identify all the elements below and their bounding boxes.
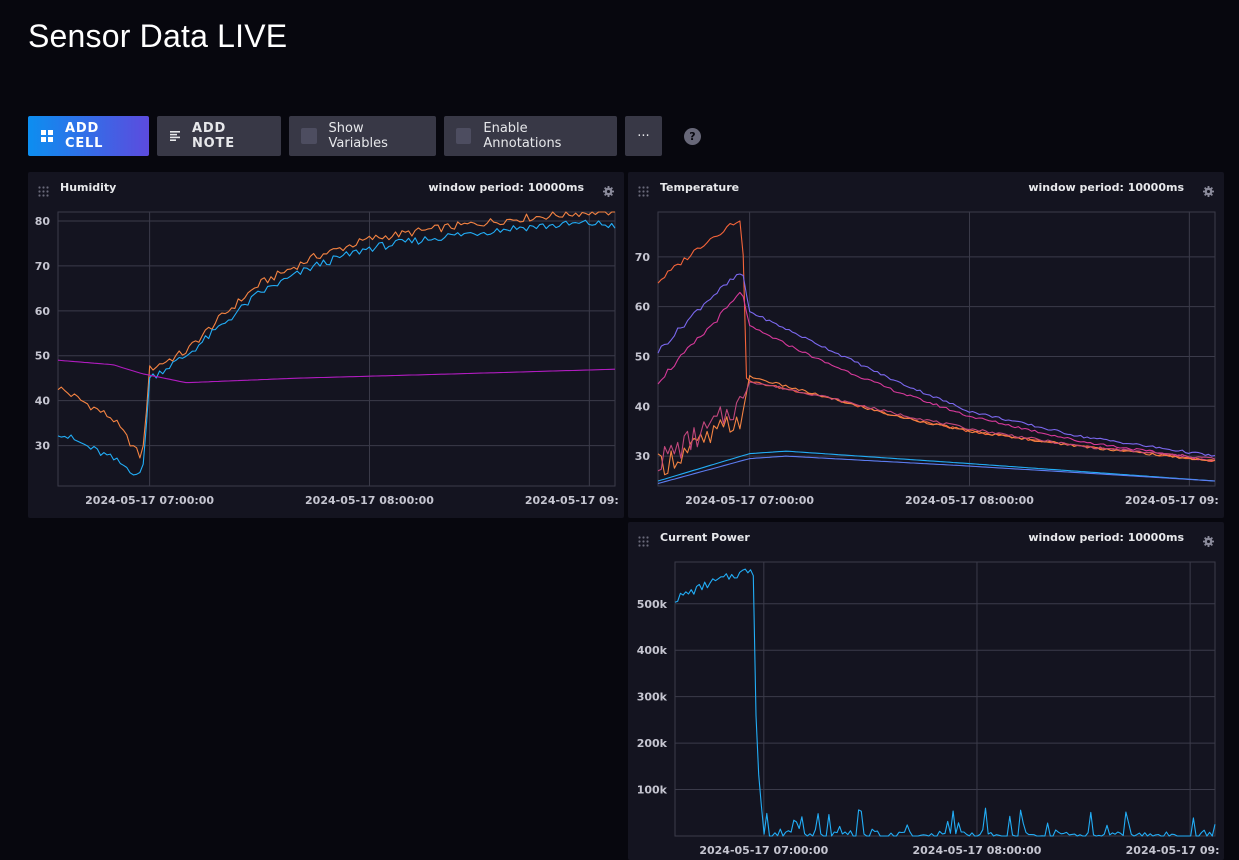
add-cell-label: ADD CELL [65, 121, 104, 151]
gear-icon[interactable] [603, 182, 614, 201]
add-cell-button[interactable]: ADD CELL [28, 116, 149, 156]
cell-title: Current Power [660, 531, 750, 544]
drag-handle-icon[interactable] [38, 182, 49, 201]
y-tick-label: 60 [635, 301, 651, 314]
series-line [57, 219, 616, 476]
drag-handle-icon[interactable] [638, 182, 649, 201]
window-period-label: window period: 10000ms [1028, 531, 1184, 544]
series-line [57, 211, 615, 459]
window-period-label: window period: 10000ms [1028, 181, 1184, 194]
plot-frame [657, 211, 1216, 487]
plot-frame [57, 211, 616, 487]
y-tick-label: 400k [637, 644, 668, 657]
y-tick-label: 40 [635, 400, 651, 413]
note-icon [170, 131, 180, 141]
enable-annotations-label: Enable Annotations [483, 121, 562, 151]
x-tick-label: 2024-05-17 09:00:00 [1126, 844, 1224, 857]
enable-annotations-checkbox[interactable] [456, 128, 472, 144]
temperature-chart[interactable]: 30 40 50 60 70 2024-05-17 07:00:00 2024-05-17 … [628, 172, 1224, 518]
x-tick-label: 2024-05-17 08:00:00 [913, 844, 1042, 857]
x-tick-label: 2024-05-17 08:00:00 [905, 494, 1034, 507]
add-note-label: ADD NOTE [192, 121, 235, 151]
show-variables-checkbox[interactable] [301, 128, 317, 144]
series-line [674, 568, 1216, 837]
cell-header: Current Power window period: 10000ms [628, 522, 1224, 552]
page-title: Sensor Data LIVE [28, 18, 288, 54]
gear-icon[interactable] [1203, 182, 1214, 201]
y-tick-label: 500k [637, 598, 668, 611]
series-line [657, 375, 1216, 476]
x-tick-label: 2024-05-17 07:00:00 [685, 494, 814, 507]
y-tick-label: 100k [637, 784, 668, 797]
y-tick-label: 200k [637, 737, 668, 750]
add-note-button[interactable]: ADD NOTE [157, 116, 281, 156]
cell-title: Humidity [60, 181, 117, 194]
humidity-chart[interactable]: 30 40 50 60 70 80 2024-05-17 07:00:00 2024-05-1… [28, 172, 624, 518]
y-tick-label: 80 [35, 215, 51, 228]
x-tick-label: 2024-05-17 08:00:00 [305, 494, 434, 507]
x-tick-label: 2024-05-17 07:00:00 [699, 844, 828, 857]
series-line [657, 455, 1216, 485]
y-tick-label: 70 [35, 260, 51, 273]
help-icon[interactable]: ? [684, 127, 701, 145]
temperature-cell: 30 40 50 60 70 2024-05-17 07:00:00 2024-05-17 … [628, 172, 1224, 518]
humidity-cell: 30 40 50 60 70 80 2024-05-17 07:00:00 2024-05-1… [28, 172, 624, 518]
drag-handle-icon[interactable] [638, 532, 649, 551]
cell-header: Humidity window period: 10000ms [28, 172, 624, 202]
y-tick-label: 70 [635, 251, 651, 264]
add-cell-icon [41, 130, 53, 142]
y-tick-label: 40 [35, 395, 51, 408]
window-period-label: window period: 10000ms [428, 181, 584, 194]
series-line [657, 291, 1216, 462]
y-tick-label: 50 [35, 350, 51, 363]
current-power-cell: 100k 200k 300k 400k 500k 2024-05-17 07:00:00 2… [628, 522, 1224, 860]
current-power-chart[interactable]: 100k 200k 300k 400k 500k 2024-05-17 07:00:00 2… [628, 522, 1224, 860]
y-tick-label: 30 [635, 450, 651, 463]
series-line [57, 359, 616, 384]
cell-title: Temperature [660, 181, 740, 194]
show-variables-label: Show Variables [328, 121, 388, 151]
y-tick-label: 300k [637, 691, 668, 704]
x-tick-label: 2024-05-17 09:00:00 [1125, 494, 1224, 507]
more-options-button[interactable]: ··· [625, 116, 662, 156]
x-tick-label: 2024-05-17 09:00:00 [525, 494, 624, 507]
y-tick-label: 30 [35, 440, 51, 453]
series-line [657, 273, 1216, 457]
help-label: ? [689, 129, 696, 143]
dashboard-toolbar: ADD CELL ADD NOTE Show Variables Enable … [28, 116, 701, 156]
y-tick-label: 60 [35, 305, 51, 318]
x-tick-label: 2024-05-17 07:00:00 [85, 494, 214, 507]
cell-header: Temperature window period: 10000ms [628, 172, 1224, 202]
gear-icon[interactable] [1203, 532, 1214, 551]
enable-annotations-toggle[interactable]: Enable Annotations [444, 116, 617, 156]
show-variables-toggle[interactable]: Show Variables [289, 116, 436, 156]
series-line [657, 381, 1216, 472]
y-tick-label: 50 [635, 350, 651, 363]
more-options-label: ··· [637, 128, 650, 144]
